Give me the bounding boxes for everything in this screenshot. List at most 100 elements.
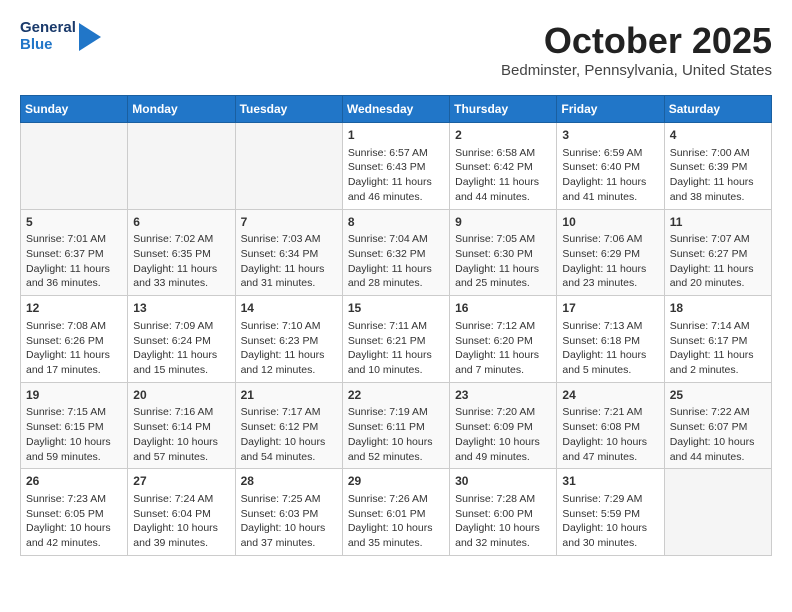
calendar-cell: 26 Sunrise: 7:23 AM Sunset: 6:05 PM Dayl… (21, 469, 128, 556)
week-row-1: 1 Sunrise: 6:57 AM Sunset: 6:43 PM Dayli… (21, 123, 772, 210)
sunrise-label: Sunrise: 7:13 AM (562, 320, 642, 332)
daylight-label: Daylight: 11 hours and 38 minutes. (670, 176, 754, 203)
day-number: 17 (562, 300, 658, 317)
sunset-label: Sunset: 6:03 PM (241, 508, 319, 520)
daylight-label: Daylight: 11 hours and 41 minutes. (562, 176, 646, 203)
sunset-label: Sunset: 6:15 PM (26, 421, 104, 433)
calendar-cell: 29 Sunrise: 7:26 AM Sunset: 6:01 PM Dayl… (342, 469, 449, 556)
sunset-label: Sunset: 6:30 PM (455, 248, 533, 260)
sunset-label: Sunset: 6:29 PM (562, 248, 640, 260)
calendar-cell: 31 Sunrise: 7:29 AM Sunset: 5:59 PM Dayl… (557, 469, 664, 556)
sunrise-label: Sunrise: 7:04 AM (348, 233, 428, 245)
calendar-cell (128, 123, 235, 210)
day-header-tuesday: Tuesday (235, 96, 342, 123)
calendar-cell: 22 Sunrise: 7:19 AM Sunset: 6:11 PM Dayl… (342, 382, 449, 469)
sunset-label: Sunset: 6:23 PM (241, 335, 319, 347)
page-header: General Blue October 2025 Bedminster, Pe… (20, 20, 772, 79)
calendar-cell: 9 Sunrise: 7:05 AM Sunset: 6:30 PM Dayli… (450, 209, 557, 296)
calendar-cell: 3 Sunrise: 6:59 AM Sunset: 6:40 PM Dayli… (557, 123, 664, 210)
day-number: 13 (133, 300, 229, 317)
daylight-label: Daylight: 11 hours and 33 minutes. (133, 263, 217, 290)
calendar-cell: 19 Sunrise: 7:15 AM Sunset: 6:15 PM Dayl… (21, 382, 128, 469)
sunset-label: Sunset: 6:35 PM (133, 248, 211, 260)
day-number: 31 (562, 473, 658, 490)
day-number: 26 (26, 473, 122, 490)
daylight-label: Daylight: 10 hours and 37 minutes. (241, 522, 326, 549)
sunrise-label: Sunrise: 7:29 AM (562, 493, 642, 505)
sunrise-label: Sunrise: 7:20 AM (455, 406, 535, 418)
week-row-3: 12 Sunrise: 7:08 AM Sunset: 6:26 PM Dayl… (21, 296, 772, 383)
daylight-label: Daylight: 11 hours and 15 minutes. (133, 349, 217, 376)
sunset-label: Sunset: 6:04 PM (133, 508, 211, 520)
day-number: 10 (562, 214, 658, 231)
daylight-label: Daylight: 11 hours and 23 minutes. (562, 263, 646, 290)
calendar-cell: 1 Sunrise: 6:57 AM Sunset: 6:43 PM Dayli… (342, 123, 449, 210)
day-number: 2 (455, 127, 551, 144)
daylight-label: Daylight: 10 hours and 35 minutes. (348, 522, 433, 549)
sunrise-label: Sunrise: 7:11 AM (348, 320, 427, 332)
calendar-cell: 18 Sunrise: 7:14 AM Sunset: 6:17 PM Dayl… (664, 296, 771, 383)
location: Bedminster, Pennsylvania, United States (501, 62, 772, 79)
day-number: 16 (455, 300, 551, 317)
day-number: 27 (133, 473, 229, 490)
sunrise-label: Sunrise: 7:16 AM (133, 406, 213, 418)
sunrise-label: Sunrise: 7:23 AM (26, 493, 106, 505)
sunrise-label: Sunrise: 7:00 AM (670, 147, 750, 159)
sunset-label: Sunset: 6:40 PM (562, 161, 640, 173)
day-header-sunday: Sunday (21, 96, 128, 123)
sunset-label: Sunset: 6:09 PM (455, 421, 533, 433)
calendar-cell: 16 Sunrise: 7:12 AM Sunset: 6:20 PM Dayl… (450, 296, 557, 383)
day-number: 21 (241, 387, 337, 404)
day-number: 12 (26, 300, 122, 317)
sunset-label: Sunset: 6:18 PM (562, 335, 640, 347)
sunset-label: Sunset: 6:07 PM (670, 421, 748, 433)
daylight-label: Daylight: 10 hours and 47 minutes. (562, 436, 647, 463)
daylight-label: Daylight: 11 hours and 17 minutes. (26, 349, 110, 376)
header-row: SundayMondayTuesdayWednesdayThursdayFrid… (21, 96, 772, 123)
week-row-2: 5 Sunrise: 7:01 AM Sunset: 6:37 PM Dayli… (21, 209, 772, 296)
daylight-label: Daylight: 11 hours and 12 minutes. (241, 349, 325, 376)
calendar-cell: 13 Sunrise: 7:09 AM Sunset: 6:24 PM Dayl… (128, 296, 235, 383)
sunrise-label: Sunrise: 7:21 AM (562, 406, 642, 418)
daylight-label: Daylight: 10 hours and 44 minutes. (670, 436, 755, 463)
daylight-label: Daylight: 11 hours and 7 minutes. (455, 349, 539, 376)
sunrise-label: Sunrise: 7:26 AM (348, 493, 428, 505)
sunset-label: Sunset: 6:27 PM (670, 248, 748, 260)
logo: General Blue (20, 20, 101, 53)
day-number: 18 (670, 300, 766, 317)
calendar-cell: 23 Sunrise: 7:20 AM Sunset: 6:09 PM Dayl… (450, 382, 557, 469)
day-number: 25 (670, 387, 766, 404)
calendar-cell: 30 Sunrise: 7:28 AM Sunset: 6:00 PM Dayl… (450, 469, 557, 556)
sunset-label: Sunset: 6:37 PM (26, 248, 104, 260)
day-number: 11 (670, 214, 766, 231)
calendar-cell: 7 Sunrise: 7:03 AM Sunset: 6:34 PM Dayli… (235, 209, 342, 296)
day-number: 5 (26, 214, 122, 231)
sunrise-label: Sunrise: 7:19 AM (348, 406, 428, 418)
sunrise-label: Sunrise: 7:14 AM (670, 320, 750, 332)
week-row-4: 19 Sunrise: 7:15 AM Sunset: 6:15 PM Dayl… (21, 382, 772, 469)
day-header-thursday: Thursday (450, 96, 557, 123)
day-number: 3 (562, 127, 658, 144)
sunrise-label: Sunrise: 6:57 AM (348, 147, 428, 159)
daylight-label: Daylight: 11 hours and 2 minutes. (670, 349, 754, 376)
calendar-cell: 25 Sunrise: 7:22 AM Sunset: 6:07 PM Dayl… (664, 382, 771, 469)
day-header-monday: Monday (128, 96, 235, 123)
sunrise-label: Sunrise: 7:25 AM (241, 493, 321, 505)
daylight-label: Daylight: 11 hours and 5 minutes. (562, 349, 646, 376)
calendar-cell: 14 Sunrise: 7:10 AM Sunset: 6:23 PM Dayl… (235, 296, 342, 383)
logo-blue-text: Blue (20, 37, 76, 54)
sunset-label: Sunset: 6:05 PM (26, 508, 104, 520)
sunset-label: Sunset: 5:59 PM (562, 508, 640, 520)
day-number: 30 (455, 473, 551, 490)
day-number: 29 (348, 473, 444, 490)
title-block: October 2025 Bedminster, Pennsylvania, U… (501, 20, 772, 79)
sunrise-label: Sunrise: 7:28 AM (455, 493, 535, 505)
calendar-cell: 21 Sunrise: 7:17 AM Sunset: 6:12 PM Dayl… (235, 382, 342, 469)
sunrise-label: Sunrise: 6:59 AM (562, 147, 642, 159)
day-number: 9 (455, 214, 551, 231)
day-number: 8 (348, 214, 444, 231)
calendar-cell (21, 123, 128, 210)
calendar-cell: 17 Sunrise: 7:13 AM Sunset: 6:18 PM Dayl… (557, 296, 664, 383)
sunrise-label: Sunrise: 7:01 AM (26, 233, 106, 245)
sunset-label: Sunset: 6:39 PM (670, 161, 748, 173)
